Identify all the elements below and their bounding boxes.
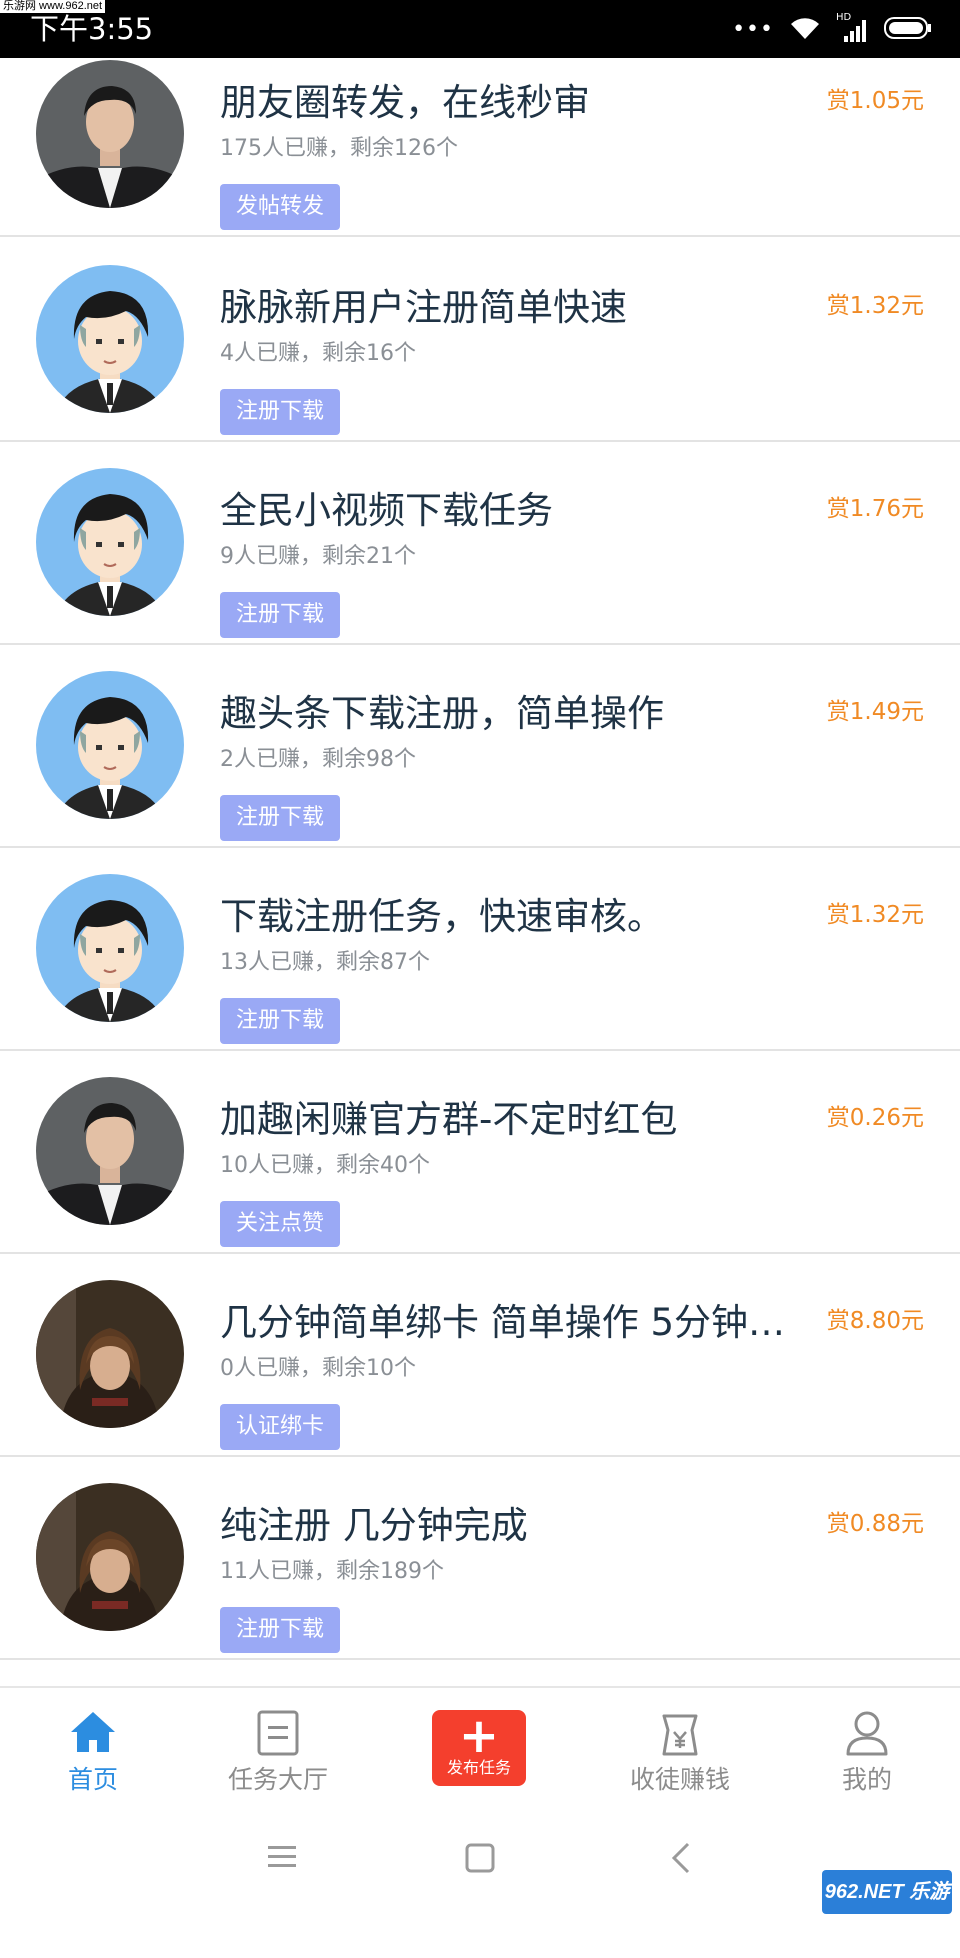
tab-home-label: 首页 (67, 1765, 118, 1794)
system-nav-bar: 962.NET 乐游网 (0, 1804, 960, 1947)
watermark-logo: 962.NET 乐游网 (822, 1870, 952, 1947)
task-reward: 赏1.05元 (826, 88, 924, 114)
plus-icon: + (458, 1708, 500, 1764)
task-row[interactable]: 朋友圈转发，在线秒审 175人已赚，剩余126个 发帖转发 赏1.05元 (0, 58, 960, 237)
task-meta: 4人已赚，剩余16个 (220, 341, 416, 366)
avatar (36, 1280, 184, 1428)
task-meta: 2人已赚，剩余98个 (220, 747, 416, 772)
publish-task-label: 发布任务 (446, 1758, 511, 1777)
task-title: 趣头条下载注册，简单操作 (220, 692, 664, 735)
menu-icon[interactable] (266, 1842, 298, 1876)
task-title: 脉脉新用户注册简单快速 (220, 286, 627, 329)
task-meta: 13人已赚，剩余87个 (220, 950, 430, 975)
tab-apprentice-label: 收徒赚钱 (629, 1765, 730, 1794)
task-tag[interactable]: 注册下载 (220, 592, 341, 638)
signal-icon: HD (836, 12, 870, 44)
status-bar: 乐游网 www.962.net 下午3:55 ••• HD (0, 0, 960, 58)
avatar (36, 468, 184, 616)
task-row[interactable]: 脉脉新用户注册简单快速 4人已赚，剩余16个 注册下载 赏1.32元 (0, 239, 960, 442)
task-row[interactable]: 几分钟简单绑卡 简单操作 5分钟… 0人已赚，剩余10个 认证绑卡 赏8.80元 (0, 1254, 960, 1457)
task-reward: 赏0.88元 (826, 1511, 924, 1537)
task-reward: 赏1.49元 (826, 699, 924, 725)
task-tag[interactable]: 注册下载 (220, 998, 341, 1044)
task-meta: 11人已赚，剩余189个 (220, 1559, 444, 1584)
task-row[interactable]: 全民小视频下载任务 9人已赚，剩余21个 注册下载 赏1.76元 (0, 442, 960, 645)
avatar (36, 671, 184, 819)
task-tag[interactable]: 注册下载 (220, 389, 341, 435)
battery-icon (884, 16, 932, 44)
task-tag[interactable]: 认证绑卡 (220, 1404, 341, 1450)
tab-apprentice[interactable]: 收徒赚钱 (610, 1688, 750, 1804)
avatar (36, 874, 184, 1022)
status-time: 下午3:55 (30, 12, 154, 46)
task-tag[interactable]: 发帖转发 (220, 184, 341, 230)
task-meta: 175人已赚，剩余126个 (220, 136, 458, 161)
back-icon[interactable] (670, 1842, 692, 1878)
tab-home[interactable]: 首页 (30, 1688, 156, 1804)
task-row[interactable]: 下载注册任务，快速审核。 13人已赚，剩余87个 注册下载 赏1.32元 (0, 848, 960, 1051)
publish-task-button[interactable]: + 发布任务 (432, 1710, 526, 1786)
avatar (36, 1483, 184, 1631)
tab-task-hall-label: 任务大厅 (227, 1765, 328, 1794)
task-title: 几分钟简单绑卡 简单操作 5分钟… (220, 1301, 786, 1344)
task-title: 朋友圈转发，在线秒审 (220, 81, 590, 124)
status-icons: ••• HD (732, 12, 932, 46)
task-meta: 10人已赚，剩余40个 (220, 1153, 430, 1178)
task-reward: 赏1.32元 (826, 902, 924, 928)
task-reward: 赏1.76元 (826, 496, 924, 522)
money-bag-icon (660, 1710, 700, 1762)
task-row[interactable]: 趣头条下载注册，简单操作 2人已赚，剩余98个 注册下载 赏1.49元 (0, 645, 960, 848)
task-reward: 赏1.32元 (826, 293, 924, 319)
tab-mine-label: 我的 (841, 1765, 892, 1794)
task-reward: 赏8.80元 (826, 1308, 924, 1334)
task-tag[interactable]: 注册下载 (220, 1607, 341, 1653)
tab-task-hall[interactable]: 任务大厅 (208, 1688, 348, 1804)
user-icon (845, 1710, 889, 1760)
task-title: 加趣闲赚官方群-不定时红包 (220, 1098, 678, 1141)
task-row[interactable]: 加趣闲赚官方群-不定时红包 10人已赚，剩余40个 关注点赞 赏0.26元 (0, 1051, 960, 1254)
home-square-icon[interactable] (464, 1842, 496, 1878)
avatar (36, 1077, 184, 1225)
task-meta: 9人已赚，剩余21个 (220, 544, 416, 569)
task-title: 下载注册任务，快速审核。 (220, 895, 664, 938)
wifi-icon (788, 15, 822, 45)
task-tag[interactable]: 关注点赞 (220, 1201, 341, 1247)
avatar (36, 265, 184, 413)
avatar (36, 60, 184, 208)
task-title: 全民小视频下载任务 (220, 489, 553, 532)
task-row[interactable]: 纯注册 几分钟完成 11人已赚，剩余189个 注册下载 赏0.88元 (0, 1457, 960, 1660)
document-icon (257, 1710, 299, 1760)
tab-mine[interactable]: 我的 (804, 1688, 930, 1804)
more-dots-icon: ••• (732, 17, 774, 42)
home-icon (69, 1710, 117, 1758)
task-list[interactable]: 朋友圈转发，在线秒审 175人已赚，剩余126个 发帖转发 赏1.05元 脉脉新… (0, 58, 960, 1686)
task-tag[interactable]: 注册下载 (220, 795, 341, 841)
task-title: 纯注册 几分钟完成 (220, 1504, 528, 1547)
task-reward: 赏0.26元 (826, 1105, 924, 1131)
bottom-tab-bar: 首页 任务大厅 + 发布任务 收徒赚钱 我的 (0, 1686, 960, 1804)
task-meta: 0人已赚，剩余10个 (220, 1356, 416, 1381)
